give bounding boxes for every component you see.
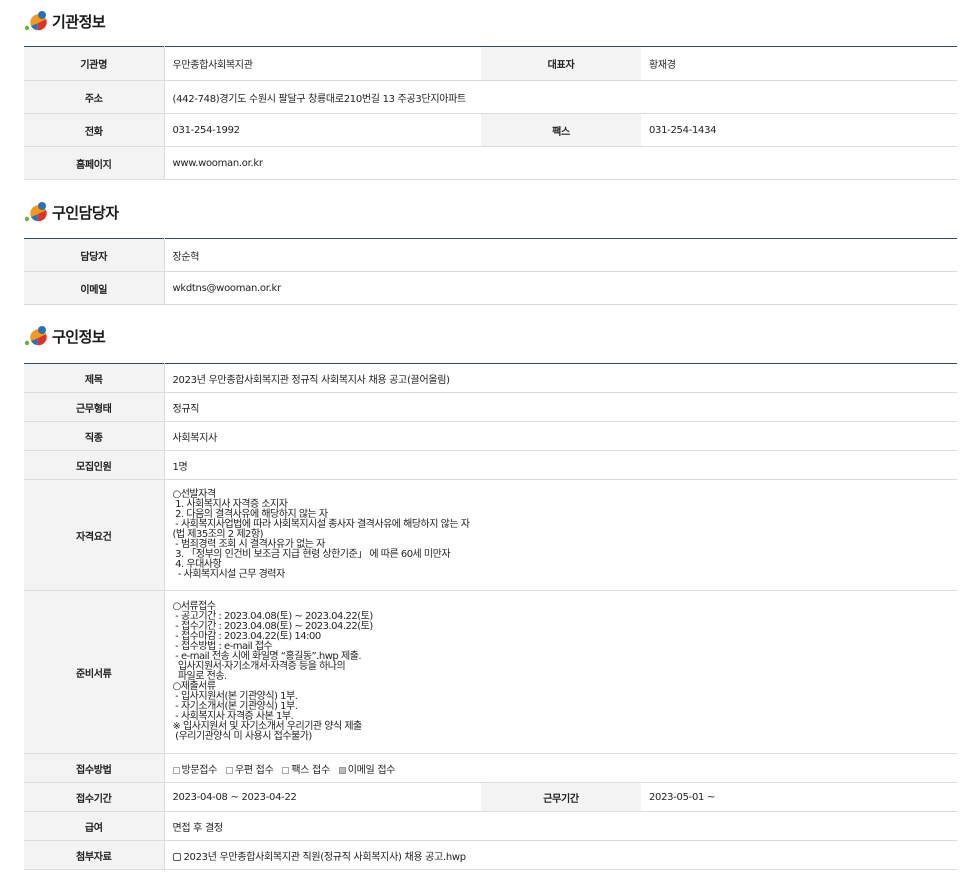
org-rep-value: 황재경 [641, 46, 957, 81]
job-pay-label: 급여 [24, 811, 164, 841]
job-docs-value: ○서류접수 - 공고기간 : 2023.04.08(토) ~ 2023.04.2… [163, 590, 957, 754]
job-period-value: 2023-04-08 ~ 2023-04-22 [163, 782, 481, 812]
method-email: 이메일 접수 [338, 765, 395, 776]
job-occ-label: 직종 [24, 421, 164, 451]
section-logo-icon [24, 10, 48, 32]
section-logo-icon [24, 201, 48, 223]
checkbox-checked-icon [338, 766, 346, 774]
table-row: 접수기간 2023-04-08 ~ 2023-04-22 근무기간 2023-0… [24, 782, 957, 812]
table-row: 근무형태 정규직 [24, 392, 957, 422]
section-title-org: 기관정보 [24, 9, 106, 33]
org-home-label: 홈페이지 [24, 146, 164, 180]
job-method-label: 접수방법 [24, 753, 164, 783]
org-fax-value: 031-254-1434 [641, 113, 957, 147]
job-qual-label: 자격요건 [24, 479, 164, 591]
section-title-contact: 구인담당자 [24, 200, 119, 224]
section-title-text: 기관정보 [52, 12, 106, 31]
checkbox-icon [282, 766, 290, 774]
table-row: 제목 2023년 우만종합사회복지관 정규직 사회복지사 채용 공고(끌어올림) [24, 363, 957, 393]
job-work-value: 2023-05-01 ~ [641, 782, 957, 812]
contact-person-value: 장순혁 [163, 238, 957, 272]
org-tel-label: 전화 [24, 113, 164, 147]
job-docs-label: 준비서류 [24, 590, 164, 754]
org-rep-label: 대표자 [481, 46, 641, 81]
job-type-label: 근무형태 [24, 392, 164, 422]
table-row: 전화 031-254-1992 팩스 031-254-1434 [24, 113, 957, 147]
job-period-label: 접수기간 [24, 782, 164, 812]
org-addr-value: (442-748)경기도 수원시 팔달구 창룡대로210번길 13 주공3단지아… [163, 80, 957, 114]
contact-email-label: 이메일 [24, 271, 164, 305]
job-info-table: 제목 2023년 우만종합사회복지관 정규직 사회복지사 채용 공고(끌어올림)… [24, 363, 957, 870]
section-title-job: 구인정보 [24, 324, 106, 348]
table-row: 자격요건 ○선발자격 1. 사회복지사 자격증 소지자 2. 다음의 결격사유에… [24, 479, 957, 591]
checkbox-icon [226, 766, 233, 774]
org-fax-label: 팩스 [481, 113, 641, 147]
org-tel-value: 031-254-1992 [163, 113, 481, 147]
job-type-value: 정규직 [163, 392, 957, 422]
method-mail: 우편 접수 [226, 765, 274, 776]
job-attach-label: 첨부자료 [24, 840, 164, 870]
job-title-label: 제목 [24, 363, 164, 393]
org-addr-label: 주소 [24, 80, 164, 114]
job-method-options: 방문접수 우편 접수 팩스 접수 이메일 접수 [163, 753, 957, 783]
job-qual-value: ○선발자격 1. 사회복지사 자격증 소지자 2. 다음의 결격사유에 해당하지… [163, 479, 957, 591]
job-occ-value: 사회복지사 [163, 421, 957, 451]
job-work-label: 근무기간 [481, 782, 641, 812]
job-count-label: 모집인원 [24, 450, 164, 480]
table-row: 담당자 장순혁 [24, 238, 957, 272]
table-row: 급여 면접 후 결정 [24, 811, 957, 841]
section-title-text: 구인정보 [52, 327, 106, 346]
job-pay-value: 면접 후 결정 [163, 811, 957, 841]
contact-table: 담당자 장순혁 이메일 wkdtns@wooman.or.kr [24, 238, 957, 305]
table-row: 준비서류 ○서류접수 - 공고기간 : 2023.04.08(토) ~ 2023… [24, 590, 957, 754]
contact-email-value[interactable]: wkdtns@wooman.or.kr [163, 271, 957, 305]
org-name-value: 우만종합사회복지관 [163, 46, 481, 81]
method-fax: 팩스 접수 [282, 765, 330, 776]
table-row: 접수방법 방문접수 우편 접수 팩스 접수 이메일 접수 [24, 753, 957, 783]
checkbox-icon [172, 766, 180, 774]
method-visit: 방문접수 [172, 765, 217, 776]
section-title-text: 구인담당자 [52, 203, 119, 222]
table-row: 주소 (442-748)경기도 수원시 팔달구 창룡대로210번길 13 주공3… [24, 80, 957, 114]
table-row: 기관명 우만종합사회복지관 대표자 황재경 [24, 46, 957, 81]
org-name-label: 기관명 [24, 46, 164, 81]
table-row: 홈페이지 www.wooman.or.kr [24, 146, 957, 180]
table-row: 모집인원 1명 [24, 450, 957, 480]
job-title-value: 2023년 우만종합사회복지관 정규직 사회복지사 채용 공고(끌어올림) [163, 363, 957, 393]
table-row: 이메일 wkdtns@wooman.or.kr [24, 271, 957, 305]
attachment-icon [172, 852, 181, 861]
section-logo-icon [24, 325, 48, 347]
org-info-table: 기관명 우만종합사회복지관 대표자 황재경 주소 (442-748)경기도 수원… [24, 46, 957, 180]
table-row: 첨부자료 2023년 우만종합사회복지관 직원(정규직 사회복지사) 채용 공고… [24, 840, 957, 870]
contact-person-label: 담당자 [24, 238, 164, 272]
table-row: 직종 사회복지사 [24, 421, 957, 451]
job-count-value: 1명 [163, 450, 957, 480]
attachment-link[interactable]: 2023년 우만종합사회복지관 직원(정규직 사회복지사) 채용 공고.hwp [184, 852, 467, 863]
org-home-link[interactable]: www.wooman.or.kr [163, 146, 957, 180]
job-attach-cell: 2023년 우만종합사회복지관 직원(정규직 사회복지사) 채용 공고.hwp [163, 840, 957, 870]
